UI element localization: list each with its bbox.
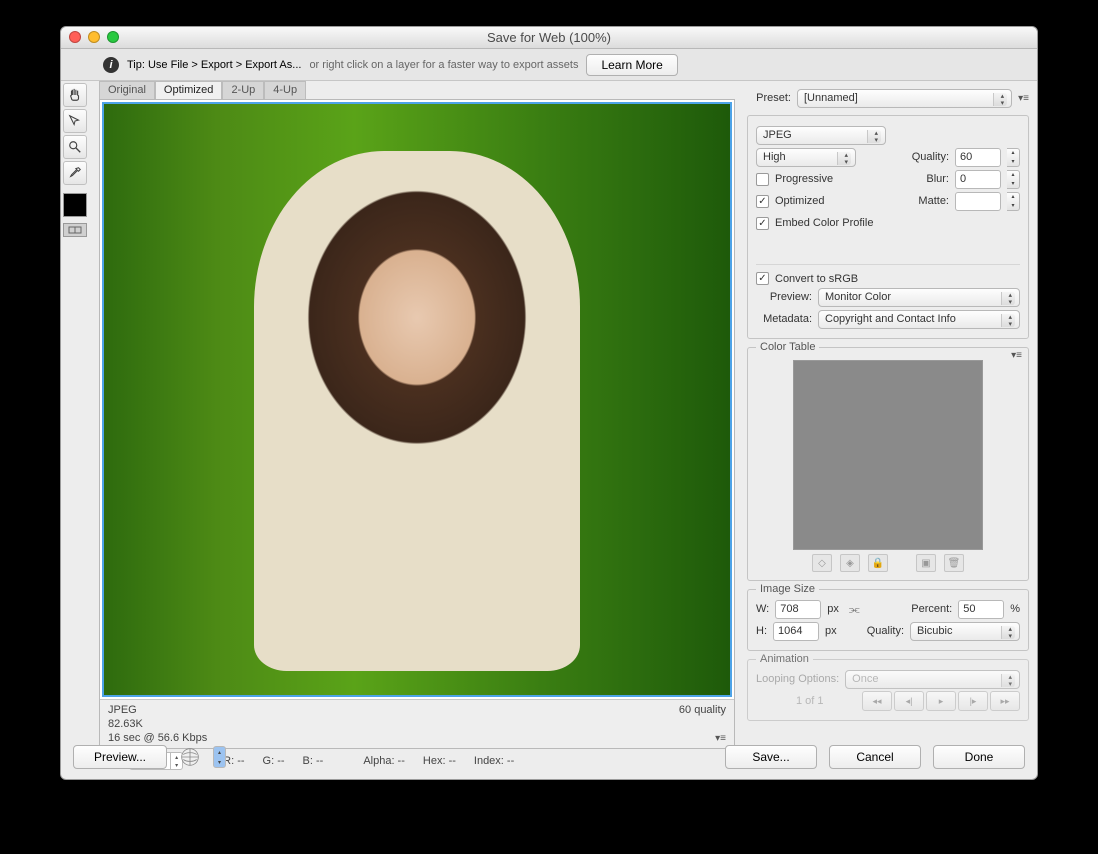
matte-stepper[interactable]: ▴▾ (1007, 192, 1020, 211)
convert-srgb-label: Convert to sRGB (775, 273, 858, 285)
width-label: W: (756, 603, 769, 615)
preview-select[interactable]: Monitor Color▴▾ (818, 288, 1020, 307)
info-filesize: 82.63K (108, 718, 143, 730)
matte-label: Matte: (918, 195, 949, 207)
cancel-button[interactable]: Cancel (829, 745, 921, 769)
eyedropper-color[interactable] (63, 193, 87, 217)
shift-icon[interactable]: ◈ (840, 554, 860, 572)
blur-field[interactable]: 0 (955, 170, 1001, 189)
image-preview[interactable] (102, 102, 732, 697)
tool-strip (61, 81, 93, 779)
metadata-label: Metadata: (756, 313, 812, 325)
close-window-button[interactable] (69, 31, 81, 43)
height-label: H: (756, 625, 767, 637)
preset-select[interactable]: [Unnamed]▴▾ (797, 89, 1012, 108)
image-size-title: Image Size (756, 583, 819, 595)
learn-more-button[interactable]: Learn More (586, 54, 677, 76)
color-table[interactable] (793, 360, 983, 550)
link-icon[interactable]: ⫘ (849, 602, 860, 617)
preview-canvas: JPEG 60 quality 82.63K 16 sec @ 56.6 Kbp… (99, 99, 735, 749)
quality-stepper[interactable]: ▴▾ (1007, 148, 1020, 167)
info-format: JPEG (108, 704, 137, 716)
prev-frame-button: ◂| (894, 691, 924, 711)
preset-flyout-icon[interactable]: ▾≡ (1018, 93, 1029, 104)
zoom-window-button[interactable] (107, 31, 119, 43)
looping-select: Once▴▾ (845, 670, 1020, 689)
color-table-title: Color Table (756, 341, 819, 353)
quality-label: Quality: (912, 151, 949, 163)
preview-menu-icon[interactable]: ▾≡ (715, 733, 726, 744)
frame-counter: 1 of 1 (796, 695, 824, 707)
settings-panel: Preset: [Unnamed]▴▾ ▾≡ JPEG▴▾ High▴▾ Qua… (741, 81, 1037, 779)
preview-label: Preview: (756, 291, 812, 303)
window-title: Save for Web (100%) (487, 30, 611, 45)
resample-select[interactable]: Bicubic▴▾ (910, 622, 1020, 641)
new-color-icon[interactable]: ▣ (916, 554, 936, 572)
optimized-checkbox[interactable]: ✓ (756, 195, 769, 208)
image-size-section: Image Size W: 708 px ⫘ Percent: 50 % H: … (747, 589, 1029, 651)
convert-srgb-checkbox[interactable]: ✓ (756, 272, 769, 285)
height-field[interactable]: 1064 (773, 622, 819, 641)
snap-web-icon[interactable]: ◇ (812, 554, 832, 572)
last-frame-button: ▸▸ (990, 691, 1020, 711)
matte-color[interactable] (955, 192, 1001, 211)
preset-label: Preset: (747, 92, 791, 104)
tip-text-prefix: Tip: Use File > Export > Export As... (127, 59, 301, 71)
animation-title: Animation (756, 653, 813, 665)
dialog-buttons: Preview... ▴▾ Save... Cancel Done (61, 745, 1037, 769)
preview-button[interactable]: Preview... (73, 745, 167, 769)
resample-quality-label: Quality: (867, 625, 904, 637)
view-tabs: Original Optimized 2-Up 4-Up (99, 81, 735, 99)
animation-section: Animation Looping Options: Once▴▾ 1 of 1… (747, 659, 1029, 721)
info-icon: i (103, 57, 119, 73)
next-frame-button: |▸ (958, 691, 988, 711)
tab-4up[interactable]: 4-Up (264, 81, 306, 99)
looping-label: Looping Options: (756, 673, 839, 685)
color-table-section: Color Table ▾≡ ◇ ◈ 🔒 ▣ 🗑 (747, 347, 1029, 581)
browser-select-stepper[interactable]: ▴▾ (213, 746, 226, 768)
progressive-checkbox[interactable] (756, 173, 769, 186)
info-quality: 60 quality (679, 704, 726, 716)
play-button: ▸ (926, 691, 956, 711)
save-for-web-dialog: Save for Web (100%) i Tip: Use File > Ex… (60, 26, 1038, 780)
tab-optimized[interactable]: Optimized (155, 81, 223, 99)
done-button[interactable]: Done (933, 745, 1025, 769)
browser-icon[interactable] (179, 746, 201, 768)
save-button[interactable]: Save... (725, 745, 817, 769)
format-select[interactable]: JPEG▴▾ (756, 126, 886, 145)
tip-text-suffix: or right click on a layer for a faster w… (309, 59, 578, 71)
tab-original[interactable]: Original (99, 81, 155, 99)
info-timing: 16 sec @ 56.6 Kbps (108, 732, 207, 744)
image-info: JPEG 60 quality 82.63K 16 sec @ 56.6 Kbp… (100, 699, 734, 748)
width-field[interactable]: 708 (775, 600, 821, 619)
trash-icon[interactable]: 🗑 (944, 554, 964, 572)
toggle-slices-visibility[interactable] (63, 223, 87, 237)
titlebar: Save for Web (100%) (61, 27, 1037, 49)
hand-tool[interactable] (63, 83, 87, 107)
percent-field[interactable]: 50 (958, 600, 1004, 619)
blur-label: Blur: (926, 173, 949, 185)
lock-icon[interactable]: 🔒 (868, 554, 888, 572)
percent-label: Percent: (911, 603, 952, 615)
eyedropper-tool[interactable] (63, 161, 87, 185)
slice-select-tool[interactable] (63, 109, 87, 133)
blur-stepper[interactable]: ▴▾ (1007, 170, 1020, 189)
tab-2up[interactable]: 2-Up (222, 81, 264, 99)
quality-preset-select[interactable]: High▴▾ (756, 148, 856, 167)
minimize-window-button[interactable] (88, 31, 100, 43)
embed-profile-checkbox[interactable]: ✓ (756, 217, 769, 230)
tip-bar: i Tip: Use File > Export > Export As... … (61, 49, 1037, 81)
optimized-label: Optimized (775, 195, 825, 207)
embed-profile-label: Embed Color Profile (775, 217, 873, 229)
quality-field[interactable]: 60 (955, 148, 1001, 167)
first-frame-button: ◂◂ (862, 691, 892, 711)
progressive-label: Progressive (775, 173, 833, 185)
metadata-select[interactable]: Copyright and Contact Info▴▾ (818, 310, 1020, 329)
zoom-tool[interactable] (63, 135, 87, 159)
color-table-flyout-icon[interactable]: ▾≡ (1011, 350, 1022, 361)
